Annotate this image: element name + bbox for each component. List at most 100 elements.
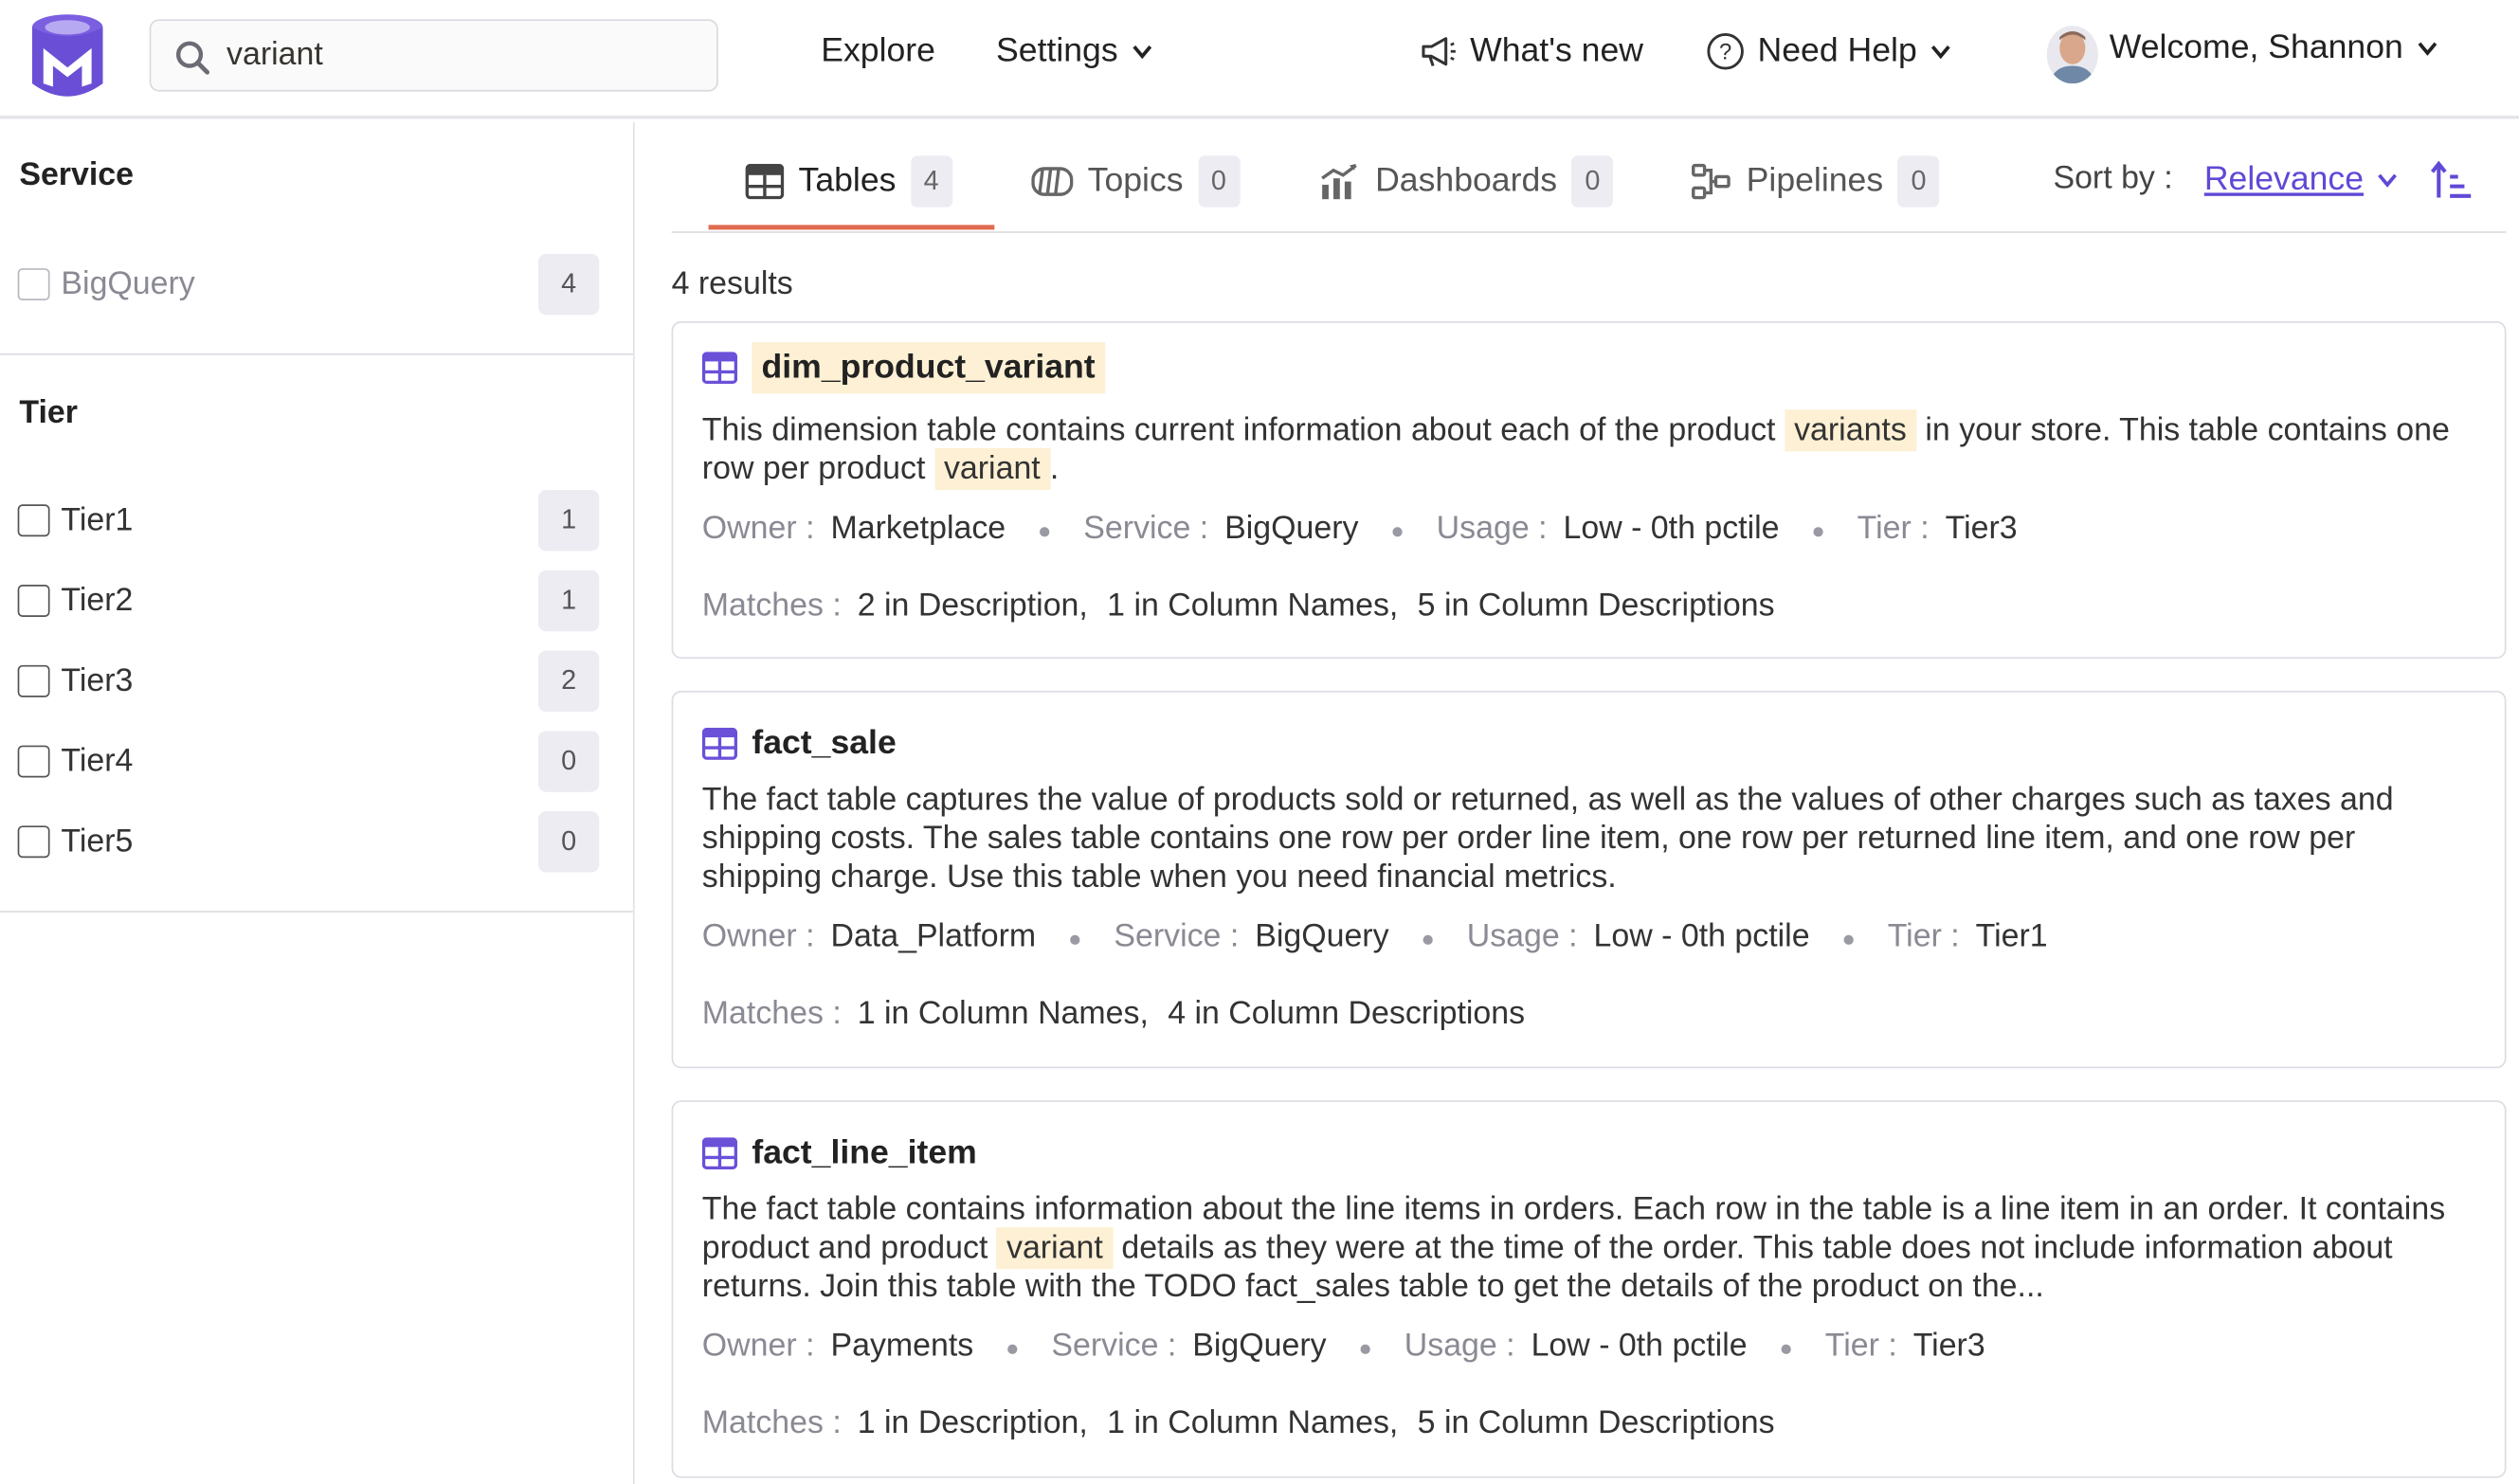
desc-text: The fact table captures the value of pro… bbox=[701, 782, 2394, 896]
tab-label: Tables bbox=[798, 162, 897, 200]
owner-key: Owner : bbox=[701, 918, 815, 954]
user-avatar[interactable] bbox=[2046, 26, 2098, 84]
usage-value: Low - 0th pctile bbox=[1593, 918, 1810, 954]
search-input[interactable] bbox=[227, 21, 693, 90]
nav-whats-new[interactable]: What's new bbox=[1419, 32, 1643, 71]
highlight-match: variant bbox=[996, 1227, 1113, 1270]
matches-row: Matches : 2 in Description, 1 in Column … bbox=[702, 588, 1794, 624]
usage-key: Usage : bbox=[1404, 1328, 1515, 1365]
desc-text: This dimension table contains current in… bbox=[701, 412, 1785, 448]
tier-key: Tier : bbox=[1824, 1328, 1897, 1365]
tab-topics[interactable]: Topics 0 bbox=[1031, 154, 1240, 209]
checkbox[interactable] bbox=[17, 504, 50, 537]
highlight-match: variant bbox=[933, 447, 1050, 491]
table-icon bbox=[701, 352, 738, 385]
service-value: BigQuery bbox=[1192, 1328, 1327, 1365]
welcome-label: Welcome, Shannon bbox=[2109, 28, 2403, 66]
owner-key: Owner : bbox=[701, 1328, 815, 1365]
card-title-row: dim_product_variant bbox=[701, 342, 1105, 394]
table-description: This dimension table contains current in… bbox=[701, 409, 2473, 491]
checkbox[interactable] bbox=[17, 745, 50, 778]
tier-value: Tier1 bbox=[1975, 918, 2048, 954]
service-key: Service : bbox=[1083, 511, 1209, 547]
tier-value: Tier3 bbox=[1945, 511, 2018, 547]
count-badge: 1 bbox=[537, 490, 600, 552]
service-value: BigQuery bbox=[1224, 511, 1359, 547]
owner-value: Data_Platform bbox=[830, 918, 1037, 954]
match-item: 5 in Column Descriptions bbox=[1417, 588, 1775, 624]
separator-dot: ● bbox=[1358, 1333, 1372, 1360]
table-name-link[interactable]: fact_sale bbox=[752, 718, 906, 769]
owner-key: Owner : bbox=[701, 511, 815, 547]
table-description: The fact table contains information abou… bbox=[702, 1190, 2473, 1306]
meta-row: Owner : Marketplace ● Service : BigQuery ●… bbox=[702, 511, 2018, 548]
filter-tier3[interactable]: Tier3 2 bbox=[17, 650, 600, 712]
tab-pipelines[interactable]: Pipelines 0 bbox=[1690, 154, 1940, 209]
filter-label: BigQuery bbox=[61, 265, 195, 301]
result-card: fact_line_item The fact table contains i… bbox=[671, 1100, 2507, 1478]
owner-value: Marketplace bbox=[830, 511, 1006, 547]
checkbox[interactable] bbox=[17, 268, 50, 301]
table-name-link[interactable]: fact_line_item bbox=[752, 1128, 987, 1179]
tab-dashboards[interactable]: Dashboards 0 bbox=[1319, 154, 1614, 209]
openmetadata-logo-icon[interactable] bbox=[29, 13, 106, 100]
user-menu[interactable]: Welcome, Shannon bbox=[2110, 29, 2438, 68]
matches-key: Matches : bbox=[701, 996, 842, 1032]
tab-label: Pipelines bbox=[1746, 162, 1884, 200]
matches-key: Matches : bbox=[701, 588, 842, 624]
separator-dot: ● bbox=[1068, 924, 1082, 950]
tier-key: Tier : bbox=[1857, 511, 1930, 547]
tier-filter-title: Tier bbox=[19, 395, 78, 431]
filter-tier4[interactable]: Tier4 0 bbox=[17, 731, 600, 792]
filter-label: Tier5 bbox=[61, 823, 134, 860]
megaphone-icon bbox=[1422, 37, 1456, 66]
sort-dropdown[interactable]: Relevance bbox=[2204, 161, 2400, 200]
table-description: The fact table captures the value of pro… bbox=[702, 781, 2473, 896]
tab-label: Topics bbox=[1087, 162, 1184, 200]
chevron-down-icon bbox=[1931, 45, 1951, 60]
sort-by-label: Sort by : bbox=[2053, 160, 2173, 196]
svg-text:?: ? bbox=[1719, 41, 1731, 65]
filter-tier2[interactable]: Tier2 1 bbox=[17, 570, 600, 632]
highlight-match: variants bbox=[1784, 409, 1916, 452]
filter-tier5[interactable]: Tier5 0 bbox=[17, 811, 600, 873]
match-item: 4 in Column Descriptions bbox=[1168, 996, 1526, 1032]
tier-key: Tier : bbox=[1887, 918, 1960, 954]
nav-settings[interactable]: Settings bbox=[996, 32, 1153, 71]
meta-row: Owner : Payments ● Service : BigQuery ● Us… bbox=[702, 1329, 1985, 1366]
active-tab-indicator bbox=[708, 225, 995, 230]
tab-tables[interactable]: Tables 4 bbox=[745, 154, 952, 209]
checkbox[interactable] bbox=[17, 585, 50, 617]
table-name-link[interactable]: dim_product_variant bbox=[752, 342, 1105, 394]
sort-order-icon[interactable] bbox=[2430, 160, 2473, 203]
card-title-row: fact_line_item bbox=[701, 1128, 987, 1179]
sort-value: Relevance bbox=[2203, 160, 2365, 198]
match-item: 2 in Description, bbox=[857, 588, 1088, 624]
table-icon bbox=[745, 163, 785, 200]
tab-label: Dashboards bbox=[1375, 162, 1558, 200]
matches-row: Matches : 1 in Description, 1 in Column … bbox=[702, 1405, 1794, 1442]
checkbox[interactable] bbox=[17, 825, 50, 859]
service-filter-title: Service bbox=[19, 157, 134, 193]
top-navbar: Explore Settings What's new ? Need Help bbox=[0, 0, 2519, 119]
service-value: BigQuery bbox=[1255, 918, 1389, 954]
table-icon bbox=[701, 727, 738, 760]
nav-need-help-label: Need Help bbox=[1757, 31, 1917, 69]
filter-sidebar: Service BigQuery 4 Tier Tier1 1 Tier2 1 … bbox=[0, 121, 635, 1484]
usage-value: Low - 0th pctile bbox=[1531, 1328, 1748, 1365]
filter-service-bigquery[interactable]: BigQuery 4 bbox=[17, 253, 600, 316]
separator-dot: ● bbox=[1841, 924, 1856, 950]
checkbox[interactable] bbox=[17, 664, 50, 697]
count-badge: 0 bbox=[537, 811, 600, 873]
separator-dot: ● bbox=[1421, 924, 1435, 950]
count-badge: 4 bbox=[537, 253, 600, 316]
pipeline-icon bbox=[1692, 163, 1731, 200]
tab-count-badge: 0 bbox=[1571, 155, 1614, 208]
search-box[interactable] bbox=[149, 19, 718, 92]
nav-explore[interactable]: Explore bbox=[821, 32, 935, 71]
separator-dot: ● bbox=[1038, 516, 1052, 543]
nav-need-help[interactable]: ? Need Help bbox=[1706, 32, 1952, 71]
filter-tier1[interactable]: Tier1 1 bbox=[17, 490, 600, 552]
count-badge: 2 bbox=[537, 650, 600, 712]
divider bbox=[0, 911, 633, 913]
